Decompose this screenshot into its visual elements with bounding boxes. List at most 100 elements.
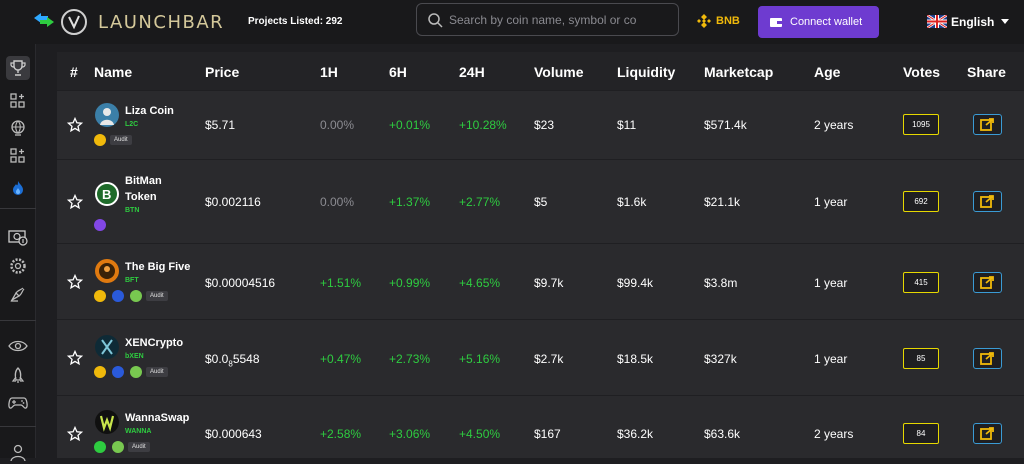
age: 1 year <box>814 352 848 366</box>
audit-badge: Audit <box>146 367 168 377</box>
col-6h[interactable]: 6H <box>389 64 407 80</box>
change-24h: +10.28% <box>459 118 507 132</box>
coin-symbol: BTN <box>125 207 140 214</box>
gamepad-icon <box>8 397 28 409</box>
col-votes[interactable]: Votes <box>903 64 940 80</box>
table-row[interactable]: XENCrypto bXEN Audit $0.085548 +0.47% +2… <box>57 319 1024 395</box>
connect-wallet-button[interactable]: Connect wallet <box>758 6 879 38</box>
col-age[interactable]: Age <box>814 64 840 80</box>
star-icon[interactable] <box>67 274 83 290</box>
votes-button[interactable]: 84 <box>903 423 939 444</box>
change-1h: +2.58% <box>320 427 362 441</box>
audit-badge: Audit <box>146 291 168 301</box>
fire-icon <box>13 181 23 195</box>
coin-name-line1[interactable]: BitMan <box>125 173 162 189</box>
volume: $9.7k <box>534 276 564 290</box>
brand-name[interactable]: LAUNCHBAR <box>98 12 224 33</box>
change-6h: +1.37% <box>389 195 431 209</box>
votes-button[interactable]: 1095 <box>903 114 939 135</box>
volume: $23 <box>534 118 555 132</box>
votes-button[interactable]: 692 <box>903 191 939 212</box>
col-name[interactable]: Name <box>94 64 132 80</box>
sidebar-item-broadcast[interactable] <box>6 282 30 306</box>
marketcap: $63.6k <box>704 427 741 441</box>
votes-button[interactable]: 85 <box>903 348 939 369</box>
bnb-badge-icon <box>94 290 106 302</box>
sidebar-item-profile[interactable] <box>6 440 30 464</box>
col-volume[interactable]: Volume <box>534 64 584 80</box>
share-button[interactable] <box>973 348 1002 369</box>
coin-avatar <box>95 410 119 434</box>
coin-symbol: L2C <box>125 121 139 128</box>
coin-symbol: WANNA <box>125 428 152 435</box>
price: $0.085548 <box>205 352 260 369</box>
search-input[interactable] <box>449 10 671 30</box>
sidebar-item-categories[interactable] <box>6 144 30 168</box>
sidebar-item-money[interactable] <box>6 225 30 249</box>
chain-label: BNB <box>716 15 740 27</box>
change-24h: +4.65% <box>459 276 501 290</box>
liquidity: $11 <box>617 118 637 132</box>
satellite-icon <box>10 287 25 302</box>
share-button[interactable] <box>973 272 1002 293</box>
col-price[interactable]: Price <box>205 64 239 80</box>
share-button[interactable] <box>973 191 1002 212</box>
sidebar-item-launch[interactable] <box>6 364 30 388</box>
coin-name[interactable]: XENCrypto <box>125 335 183 351</box>
table-row[interactable]: Liza Coin L2C Audit $5.71 0.00% +0.01% +… <box>57 90 1024 159</box>
projects-listed-count: Projects Listed: 292 <box>248 16 343 27</box>
grid-plus-icon <box>10 148 25 163</box>
coin-table: # Name Price 1H 6H 24H Volume Liquidity … <box>57 52 1024 458</box>
change-1h: 0.00% <box>320 195 355 209</box>
table-row[interactable]: WannaSwap WANNA Audit $0.000643 +2.58% +… <box>57 395 1024 458</box>
change-24h: +5.16% <box>459 352 501 366</box>
sidebar-item-trending[interactable] <box>6 176 30 200</box>
star-icon[interactable] <box>67 194 83 210</box>
col-24h[interactable]: 24H <box>459 64 485 80</box>
share-button[interactable] <box>973 423 1002 444</box>
bnb-icon <box>697 14 711 28</box>
coin-symbol: BFT <box>125 277 139 284</box>
coin-name[interactable]: WannaSwap <box>125 410 189 426</box>
col-share[interactable]: Share <box>967 64 1006 80</box>
age: 2 years <box>814 427 854 441</box>
col-rank[interactable]: # <box>70 64 78 80</box>
coin-avatar <box>95 335 119 359</box>
external-link-icon <box>980 118 994 131</box>
change-6h: +3.06% <box>389 427 431 441</box>
chevron-down-icon <box>1001 19 1009 24</box>
star-icon[interactable] <box>67 426 83 442</box>
sidebar-item-globe[interactable] <box>6 116 30 140</box>
change-6h: +0.01% <box>389 118 431 132</box>
table-row[interactable]: B BitMan Token BTN $0.002116 0.00% +1.37… <box>57 159 1024 243</box>
coin-name[interactable]: Liza Coin <box>125 103 174 119</box>
table-row[interactable]: The Big Five BFT Audit $0.00004516 +1.51… <box>57 243 1024 319</box>
sidebar-item-new-listings[interactable] <box>6 89 30 113</box>
sidebar <box>0 44 36 461</box>
col-1h[interactable]: 1H <box>320 64 338 80</box>
polygon-badge-icon <box>94 219 106 231</box>
external-link-icon <box>980 427 994 440</box>
sidebar-item-trophy[interactable] <box>6 56 30 80</box>
brand-logo-icon[interactable] <box>61 9 87 35</box>
volume: $167 <box>534 427 561 441</box>
star-icon[interactable] <box>67 117 83 133</box>
wallet-icon <box>770 18 782 27</box>
votes-button[interactable]: 415 <box>903 272 939 293</box>
change-1h: +0.47% <box>320 352 362 366</box>
sidebar-item-watchlist[interactable] <box>6 334 30 358</box>
col-marketcap[interactable]: Marketcap <box>704 64 773 80</box>
sidebar-item-settings[interactable] <box>6 254 30 278</box>
col-liquidity[interactable]: Liquidity <box>617 64 675 80</box>
coin-name[interactable]: The Big Five <box>125 259 190 275</box>
language-label: English <box>951 15 995 29</box>
coin-name-line2[interactable]: Token <box>125 189 157 205</box>
change-1h: +1.51% <box>320 276 362 290</box>
coin-symbol: bXEN <box>125 353 144 360</box>
share-button[interactable] <box>973 114 1002 135</box>
bnb-badge-icon <box>94 366 106 378</box>
verified-badge-icon <box>112 441 124 453</box>
star-icon[interactable] <box>67 350 83 366</box>
sidebar-item-games[interactable] <box>6 391 30 415</box>
gear-icon <box>10 258 26 274</box>
